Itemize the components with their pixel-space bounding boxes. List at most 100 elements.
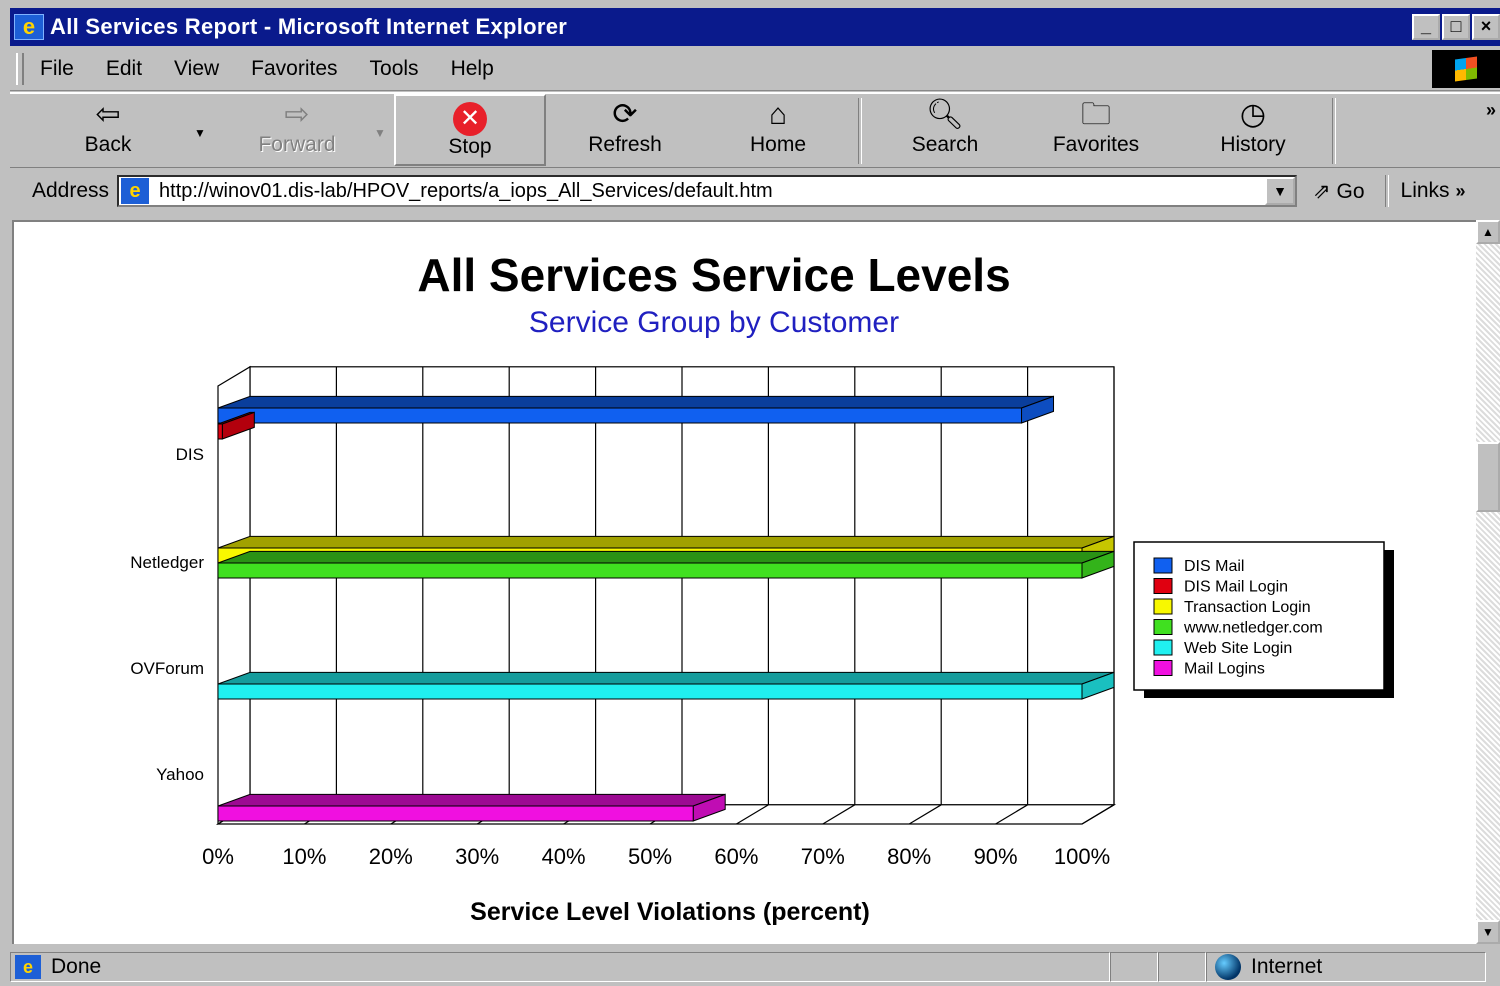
go-label: Go <box>1336 179 1365 203</box>
stop-button[interactable]: ✕ Stop <box>394 94 546 166</box>
menu-edit[interactable]: Edit <box>106 57 142 81</box>
bar-www-netledger-com <box>217 562 1083 579</box>
address-dropdown-button[interactable]: ▼ <box>1265 177 1296 205</box>
bar-dis-mail-login <box>217 423 223 440</box>
status-panel: e Done <box>10 952 1110 982</box>
search-icon: 🔍︎ <box>925 98 965 131</box>
bar-transaction-login-top <box>217 535 1115 549</box>
go-arrow-icon: ⇗ <box>1313 179 1331 203</box>
status-panel-empty <box>1110 952 1158 982</box>
x-tick-label: 100% <box>1054 844 1110 869</box>
toolbar-separator <box>858 98 862 164</box>
x-axis-title: Service Level Violations (percent) <box>470 898 870 926</box>
vertical-scrollbar[interactable]: ▲ ▼ <box>1476 220 1500 944</box>
home-button[interactable]: ⌂ Home <box>726 94 830 166</box>
y-category-label: Yahoo <box>156 765 204 784</box>
stop-icon: ✕ <box>396 96 544 136</box>
legend-swatch <box>1153 598 1173 615</box>
search-button[interactable]: 🔍︎ Search <box>890 94 1000 166</box>
x-tick-label: 10% <box>282 844 326 869</box>
status-bar: e Done Internet <box>10 948 1500 986</box>
bar-mail-logins <box>217 805 694 822</box>
page-status-icon: e <box>15 955 41 979</box>
legend-swatch <box>1153 660 1173 676</box>
bar-dis-mail <box>217 407 1023 424</box>
bar-web-site-login-top <box>217 671 1115 685</box>
links-chevron-icon[interactable]: » <box>1456 181 1466 202</box>
x-tick-label: 70% <box>801 844 845 869</box>
bar-mail-logins-top <box>217 793 726 807</box>
menu-file[interactable]: File <box>40 57 74 81</box>
scroll-up-icon[interactable]: ▲ <box>1476 220 1500 244</box>
ie-logo-icon: e <box>14 14 44 40</box>
x-tick-label: 60% <box>714 844 758 869</box>
status-panel-empty <box>1158 952 1206 982</box>
bar-dis-mail-top <box>217 395 1054 409</box>
legend-label: DIS Mail Login <box>1184 579 1288 596</box>
menu-bar: File Edit View Favorites Tools Help <box>10 48 1500 91</box>
window-title-bar: e All Services Report - Microsoft Intern… <box>10 8 1500 46</box>
status-text: Done <box>51 955 102 978</box>
refresh-label: Refresh <box>588 133 662 156</box>
close-button[interactable]: × <box>1472 14 1500 40</box>
y-category-label: OVForum <box>130 659 204 678</box>
address-label: Address <box>32 179 110 202</box>
x-tick-label: 50% <box>628 844 672 869</box>
zone-panel: Internet <box>1206 952 1486 982</box>
history-button[interactable]: ◷ History <box>1200 94 1306 166</box>
window-controls: _ □ × <box>1412 14 1500 40</box>
toolbar-separator <box>1332 98 1336 164</box>
back-button[interactable]: ⇦ Back <box>58 94 158 166</box>
legend-swatch <box>1153 557 1173 574</box>
page-content: All Services Service Levels Service Grou… <box>12 220 1476 944</box>
legend-label: www.netledger.com <box>1183 620 1323 637</box>
links-separator <box>1384 175 1389 207</box>
windows-logo-icon <box>1432 50 1500 88</box>
x-tick-label: 20% <box>369 844 413 869</box>
menu-view[interactable]: View <box>174 57 219 81</box>
favorites-button[interactable]: 🗀 Favorites <box>1036 94 1156 166</box>
forward-arrow-icon: ⇨ <box>284 98 310 131</box>
bar-web-site-login <box>217 683 1083 700</box>
maximize-button[interactable]: □ <box>1442 14 1470 40</box>
address-bar: Address e http://winov01.dis-lab/HPOV_re… <box>10 170 1500 212</box>
x-tick-label: 0% <box>202 844 234 869</box>
scroll-thumb[interactable] <box>1476 442 1500 512</box>
back-label: Back <box>84 133 132 156</box>
back-dropdown-icon[interactable]: ▼ <box>194 126 206 140</box>
bar-www-netledger-com-top <box>217 550 1115 564</box>
legend-label: Transaction Login <box>1184 599 1311 616</box>
refresh-button[interactable]: ⟳ Refresh <box>570 94 680 166</box>
address-url: http://winov01.dis-lab/HPOV_reports/a_io… <box>159 179 773 202</box>
y-category-label: Netledger <box>130 553 204 572</box>
page-icon: e <box>121 178 150 204</box>
links-button[interactable]: Links <box>1401 179 1450 203</box>
menu-help[interactable]: Help <box>451 57 494 81</box>
search-label: Search <box>911 133 979 156</box>
favorites-folder-icon: 🗀 <box>1081 98 1111 131</box>
stop-label: Stop <box>448 135 492 158</box>
legend-label: DIS Mail <box>1184 558 1244 575</box>
favorites-label: Favorites <box>1052 133 1140 156</box>
scroll-down-icon[interactable]: ▼ <box>1476 920 1500 944</box>
home-icon: ⌂ <box>768 98 788 131</box>
chart-svg: 0% 10% 20% 30% 40% 50% 60% 70% 80% 90% 100% DIS Netl… <box>130 365 1394 926</box>
menu-grip[interactable] <box>16 53 24 85</box>
address-input[interactable]: e http://winov01.dis-lab/HPOV_reports/a_… <box>117 175 1298 207</box>
refresh-icon: ⟳ <box>612 98 638 131</box>
window-title: All Services Report - Microsoft Internet… <box>50 14 568 39</box>
x-tick-label: 40% <box>542 844 586 869</box>
menu-tools[interactable]: Tools <box>370 57 419 81</box>
y-category-label: DIS <box>176 445 204 464</box>
history-label: History <box>1220 133 1286 156</box>
menu-favorites[interactable]: Favorites <box>251 57 337 81</box>
toolbar-chevron-icon[interactable]: » <box>1486 100 1496 121</box>
legend-swatch <box>1153 619 1173 635</box>
forward-dropdown-icon[interactable]: ▼ <box>374 126 386 140</box>
internet-globe-icon <box>1215 954 1241 980</box>
forward-button[interactable]: ⇨ Forward <box>242 94 352 166</box>
x-tick-label: 90% <box>974 844 1018 869</box>
go-button[interactable]: ⇗ Go <box>1313 179 1364 204</box>
minimize-button[interactable]: _ <box>1412 14 1440 40</box>
standard-toolbar: ⇦ Back ▼ ⇨ Forward ▼ ✕ Stop ⟳ Refresh ⌂ … <box>10 92 1500 168</box>
